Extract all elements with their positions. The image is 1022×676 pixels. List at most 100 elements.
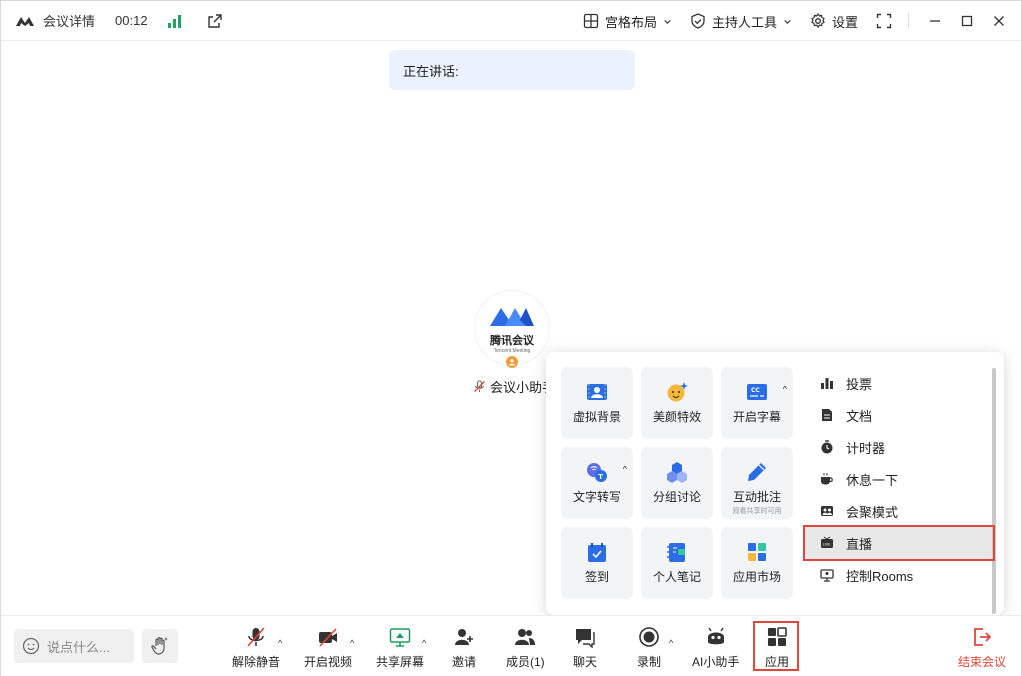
checkin-icon bbox=[588, 543, 606, 562]
share-screen-icon bbox=[389, 628, 411, 647]
menu-item-label: 文档 bbox=[846, 408, 873, 424]
meeting-details-link[interactable]: 会议详情 bbox=[43, 11, 95, 30]
popout-icon[interactable] bbox=[207, 13, 223, 29]
tile-captions[interactable]: CC 开启字幕 ^ bbox=[721, 367, 793, 439]
live-icon: LIVE bbox=[821, 536, 833, 548]
avatar-brand-cn: 腾讯会议 bbox=[490, 335, 534, 347]
menu-item-label: 投票 bbox=[846, 376, 873, 392]
end-meeting-button[interactable]: 结束会议 bbox=[958, 626, 1006, 670]
virtual-background-icon bbox=[587, 384, 607, 400]
tile-app-market[interactable]: 应用市场 bbox=[721, 527, 793, 599]
bottom-toolbar: 说点什么... 解除静音 ^ 开启视频 ^ 共享屏幕 ^ 邀请 成员(1) 聊天… bbox=[1, 615, 1021, 676]
apps-icon bbox=[768, 627, 787, 646]
maximize-icon bbox=[961, 15, 973, 27]
raise-hand-button[interactable] bbox=[142, 629, 178, 663]
host-tools-button[interactable]: 主持人工具 bbox=[690, 12, 792, 31]
tencent-meeting-logo-icon bbox=[490, 308, 534, 326]
tile-notes[interactable]: 个人笔记 bbox=[641, 527, 713, 599]
tile-breakout[interactable]: 分组讨论 bbox=[641, 447, 713, 519]
layout-label: 宫格布局 bbox=[604, 14, 657, 30]
share-screen-button[interactable]: 共享屏幕 bbox=[376, 626, 424, 670]
annotate-icon bbox=[748, 463, 766, 481]
tile-label: 互动批注 bbox=[732, 490, 781, 504]
grid-layout-icon bbox=[583, 13, 599, 29]
tile-checkin[interactable]: 签到 bbox=[561, 527, 633, 599]
menu-item-label: 休息一下 bbox=[846, 472, 899, 488]
timer-icon bbox=[821, 440, 833, 454]
tile-label: 文字转写 bbox=[572, 490, 621, 504]
emoji-icon bbox=[22, 637, 40, 655]
layout-button[interactable]: 宫格布局 bbox=[583, 12, 672, 31]
tile-label: 个人笔记 bbox=[652, 570, 701, 584]
menu-item-label: 计时器 bbox=[846, 440, 886, 456]
exit-icon bbox=[974, 628, 992, 646]
raise-hand-icon bbox=[151, 637, 168, 655]
apps-panel: 虚拟背景 美颜特效 CC 开启字幕 ^ T 文字转写 ^ 分组讨论 互动批注 观… bbox=[546, 352, 1004, 615]
apps-button[interactable]: 应用 bbox=[765, 626, 789, 670]
captions-icon: CC bbox=[747, 384, 767, 400]
tile-beauty[interactable]: 美颜特效 bbox=[641, 367, 713, 439]
menu-item-live[interactable]: LIVE 直播 bbox=[804, 527, 994, 559]
tile-annotate[interactable]: 互动批注 观看共享时可用 bbox=[721, 447, 793, 519]
tile-label: 美颜特效 bbox=[652, 410, 701, 424]
menu-item-break[interactable]: 休息一下 bbox=[804, 463, 994, 495]
tile-label: 签到 bbox=[584, 570, 609, 584]
chevron-up-icon[interactable]: ^ bbox=[623, 464, 627, 474]
chevron-up-icon[interactable]: ^ bbox=[422, 638, 426, 648]
tencent-meeting-logo-icon bbox=[16, 16, 34, 26]
share-screen-label: 共享屏幕 bbox=[376, 655, 425, 669]
menu-item-document[interactable]: 文档 bbox=[804, 399, 994, 431]
ai-assistant-button[interactable]: AI小助手 bbox=[692, 626, 739, 670]
notes-icon bbox=[667, 543, 685, 562]
record-label: 录制 bbox=[637, 655, 662, 669]
title-bar: 会议详情 00:12 宫格布局 主持人工具 设置 bbox=[1, 1, 1021, 41]
participant-name: 会议小助手 bbox=[473, 377, 555, 396]
scrollbar[interactable] bbox=[992, 368, 996, 614]
chevron-down-icon bbox=[664, 19, 671, 24]
chevron-up-icon[interactable]: ^ bbox=[350, 638, 354, 648]
tile-label: 开启字幕 bbox=[732, 410, 781, 424]
chat-label: 聊天 bbox=[573, 655, 598, 669]
invite-button[interactable]: 邀请 bbox=[452, 626, 476, 670]
speaking-indicator: 正在讲话: bbox=[389, 50, 635, 90]
chevron-up-icon[interactable]: ^ bbox=[278, 638, 282, 648]
chat-button[interactable]: 聊天 bbox=[573, 626, 597, 670]
tile-label: 虚拟背景 bbox=[572, 410, 621, 424]
end-meeting-label: 结束会议 bbox=[958, 655, 1007, 669]
settings-button[interactable]: 设置 bbox=[810, 12, 858, 31]
tile-transcribe[interactable]: T 文字转写 ^ bbox=[561, 447, 633, 519]
menu-item-label: 控制Rooms bbox=[846, 568, 914, 584]
coffee-icon bbox=[821, 473, 833, 485]
unmute-button[interactable]: 解除静音 bbox=[232, 626, 280, 670]
unmute-label: 解除静音 bbox=[232, 655, 281, 669]
menu-item-together-mode[interactable]: 会聚模式 bbox=[804, 495, 994, 527]
chevron-up-icon[interactable]: ^ bbox=[669, 638, 673, 648]
fullscreen-button[interactable] bbox=[876, 13, 892, 29]
shield-icon bbox=[691, 13, 705, 29]
network-signal-icon[interactable] bbox=[167, 14, 181, 28]
add-user-icon bbox=[455, 629, 473, 645]
apps-label: 应用 bbox=[765, 655, 790, 669]
tile-label: 应用市场 bbox=[732, 570, 781, 584]
start-video-label: 开启视频 bbox=[304, 655, 353, 669]
minimize-button[interactable] bbox=[919, 1, 951, 41]
chevron-up-icon[interactable]: ^ bbox=[783, 384, 787, 394]
members-button[interactable]: 成员(1) bbox=[506, 626, 545, 670]
menu-item-timer[interactable]: 计时器 bbox=[804, 431, 994, 463]
chat-placeholder: 说点什么... bbox=[47, 639, 110, 655]
host-badge-icon bbox=[504, 354, 520, 370]
app-market-icon bbox=[748, 543, 766, 561]
chat-input[interactable]: 说点什么... bbox=[14, 629, 134, 663]
menu-item-rooms[interactable]: 控制Rooms bbox=[804, 559, 994, 591]
start-video-button[interactable]: 开启视频 bbox=[304, 626, 352, 670]
rooms-icon bbox=[820, 569, 834, 582]
maximize-button[interactable] bbox=[951, 1, 983, 41]
gear-icon bbox=[811, 13, 825, 28]
menu-item-label: 直播 bbox=[846, 536, 873, 552]
close-button[interactable] bbox=[983, 1, 1015, 41]
record-button[interactable]: 录制 bbox=[637, 626, 661, 670]
camera-off-icon bbox=[319, 628, 337, 647]
tile-virtual-background[interactable]: 虚拟背景 bbox=[561, 367, 633, 439]
poll-icon bbox=[821, 378, 833, 389]
menu-item-poll[interactable]: 投票 bbox=[804, 367, 994, 399]
